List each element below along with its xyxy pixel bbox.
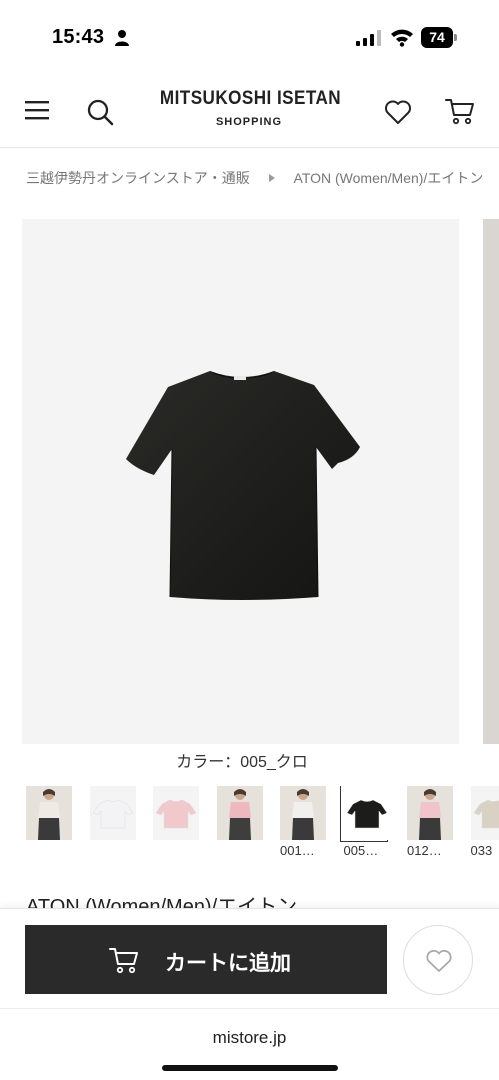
breadcrumb: 三越伊勢丹オンラインストア・通販 ATON (Women/Men)/エイトン [26,168,499,190]
battery-indicator: 74 [421,27,457,48]
wifi-icon [391,29,413,47]
browser-domain: mistore.jp [212,1028,287,1047]
thumbnail-image [216,786,263,840]
thumbnail-image [343,786,390,840]
color-thumbnails: 001… 005… 012… 033 [26,786,499,860]
color-thumbnail[interactable]: 033 [470,786,499,858]
site-logo[interactable]: MITSUKOSHI ISETAN SHOPPING [150,88,348,128]
next-image-preview[interactable] [483,219,499,744]
heart-icon [426,949,452,972]
thumbnail-color-code: 033 [470,843,493,858]
thumbnail-color-code: 001… [280,843,315,858]
color-thumbnail[interactable] [153,786,199,843]
color-thumbnail[interactable] [26,786,72,843]
thumbnail-image [280,786,326,840]
battery-level: 74 [429,29,445,45]
status-bar: 15:43 74 [0,0,499,72]
thumbnail-image [407,786,453,840]
breadcrumb-item-brand[interactable]: ATON (Women/Men)/エイトン [294,168,484,188]
chevron-right-icon [268,173,275,182]
site-header: MITSUKOSHI ISETAN SHOPPING [0,72,499,148]
color-thumbnail[interactable] [89,786,136,843]
cart-icon [109,948,138,974]
cellular-signal-icon [356,30,381,46]
person-icon [115,30,129,46]
color-thumbnail[interactable] [216,786,263,843]
home-indicator[interactable] [162,1065,338,1071]
favorites-heart-icon[interactable] [384,99,412,125]
color-thumbnail[interactable]: 012… [407,786,453,858]
thumbnail-image [470,786,499,840]
thumbnail-color-code: 012… [407,843,442,858]
add-to-favorites-button[interactable] [403,925,473,995]
browser-address-bar[interactable]: mistore.jp [0,1008,499,1080]
sticky-action-bar: カートに追加 [0,908,499,1008]
thumbnail-image [153,786,199,840]
color-thumbnail[interactable]: 005… [339,786,390,858]
thumbnail-image [26,786,72,840]
menu-icon[interactable] [25,100,49,120]
black-tshirt-image [126,371,360,600]
product-main-image[interactable] [22,219,459,744]
logo-sub-text: SHOPPING [215,116,283,128]
breadcrumb-item-home[interactable]: 三越伊勢丹オンラインストア・通販 [26,168,250,188]
logo-main-text: MITSUKOSHI ISETAN [159,88,342,109]
selected-color-label: カラー：005_クロ [176,754,308,771]
thumbnail-image [89,786,136,840]
add-to-cart-label: カートに追加 [165,952,291,975]
cart-icon[interactable] [445,97,475,125]
thumbnail-color-code: 005… [343,843,379,858]
status-time: 15:43 [52,26,105,48]
search-icon[interactable] [86,98,114,126]
add-to-cart-button[interactable]: カートに追加 [25,925,387,994]
color-thumbnail[interactable]: 001… [280,786,326,858]
